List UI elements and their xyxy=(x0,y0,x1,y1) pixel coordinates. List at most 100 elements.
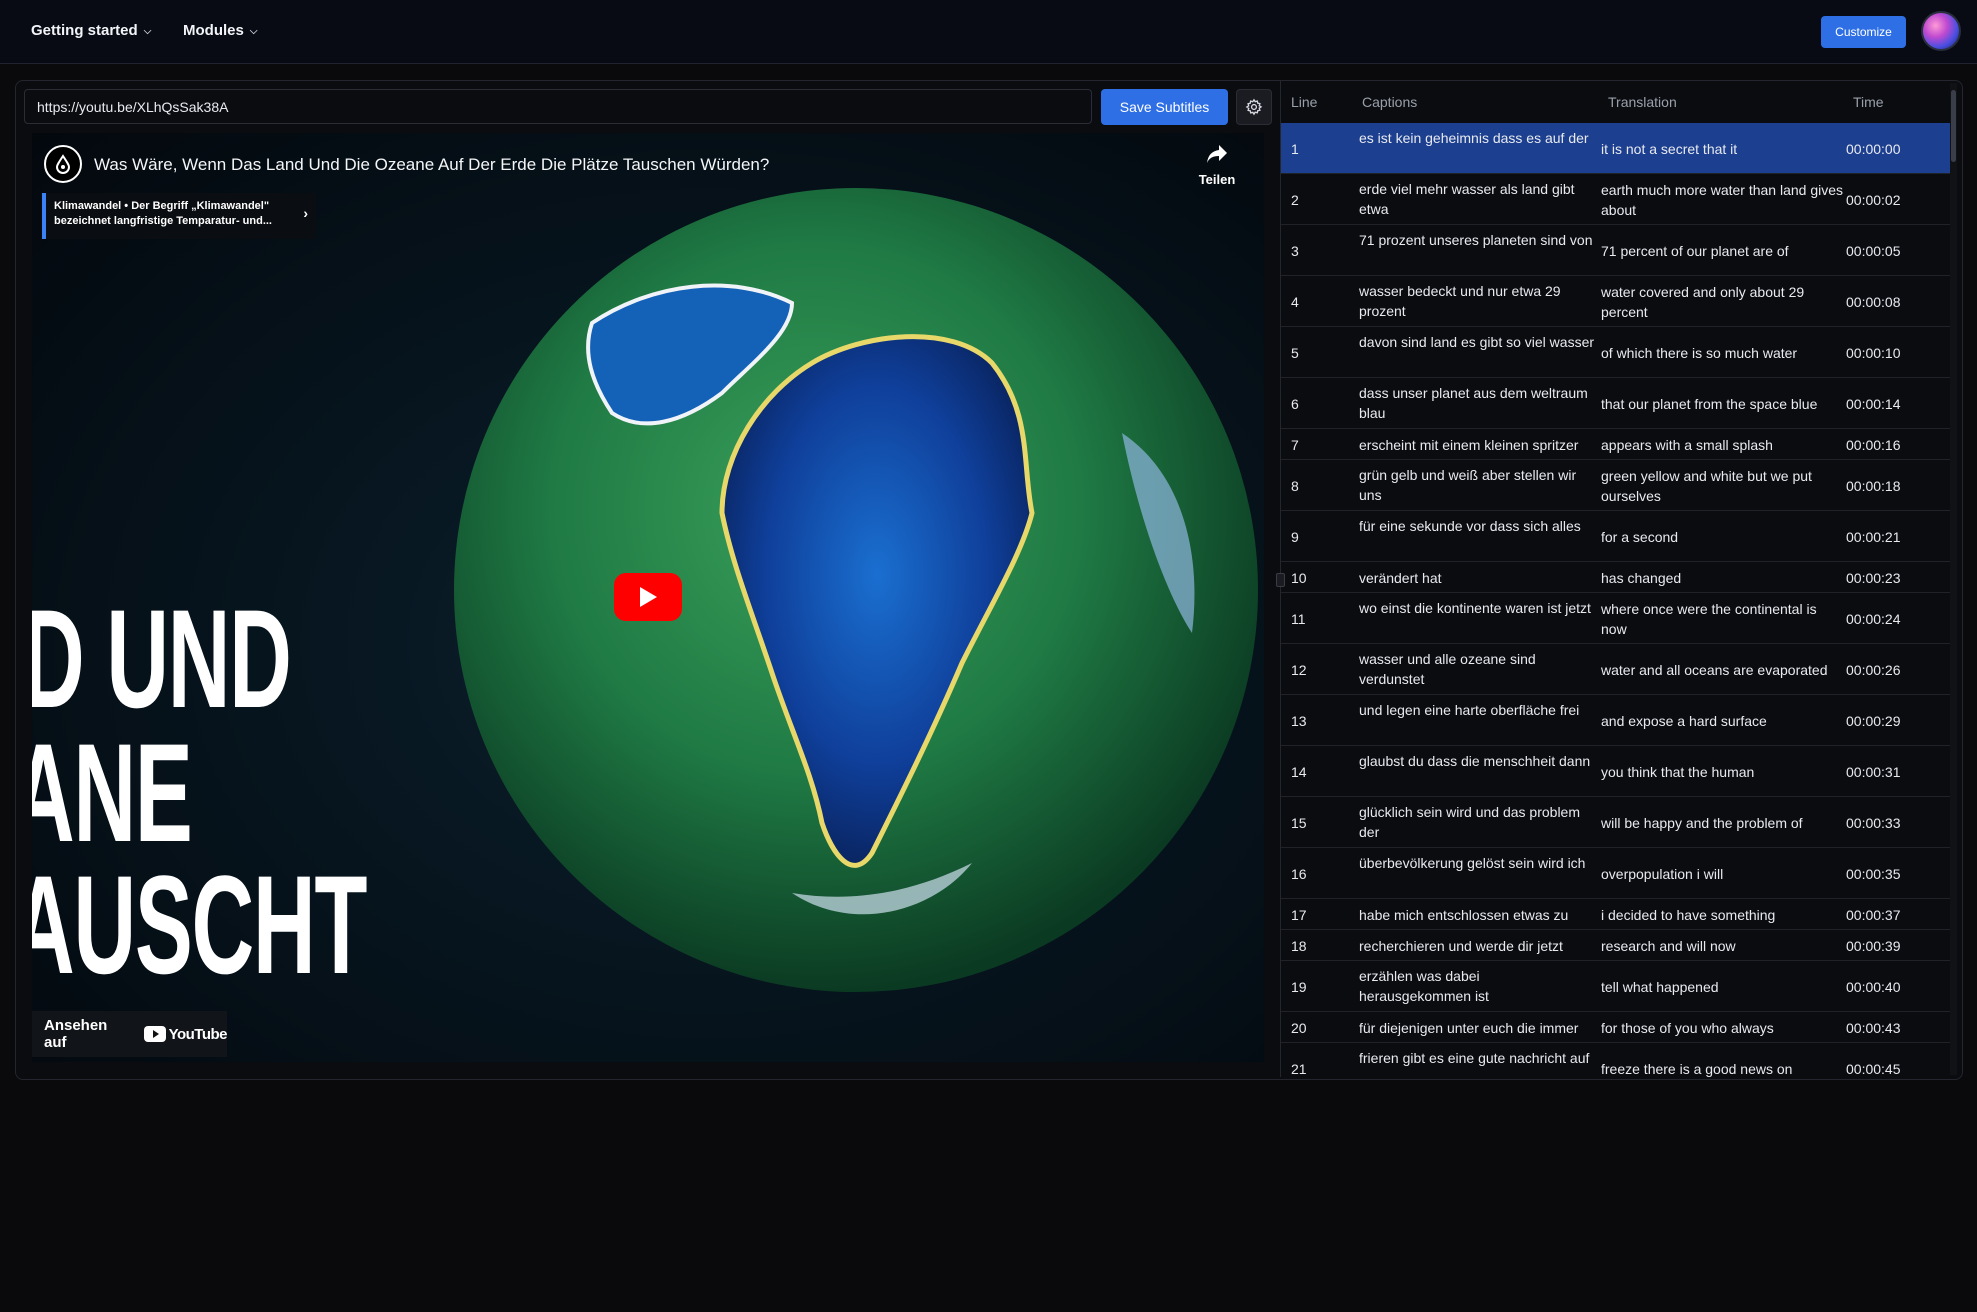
table-row[interactable]: 8 grün gelb und weiß aber stellen wir uns… xyxy=(1281,460,1950,511)
table-header: Line Captions Translation Time xyxy=(1281,81,1950,123)
row-line-number: 4 xyxy=(1291,294,1299,310)
row-time: 00:00:45 xyxy=(1846,1061,1901,1077)
table-row[interactable]: 12 wasser und alle ozeane sind verdunstet… xyxy=(1281,644,1950,695)
watch-on-youtube-link[interactable]: Ansehen auf YouTube xyxy=(32,1011,228,1057)
row-line-number: 20 xyxy=(1291,1020,1307,1036)
row-caption: erscheint mit einem kleinen spritzer xyxy=(1359,437,1579,453)
row-time: 00:00:00 xyxy=(1846,141,1901,157)
table-row[interactable]: 7 erscheint mit einem kleinen spritzer app… xyxy=(1281,429,1950,460)
video-title[interactable]: Was Wäre, Wenn Das Land Und Die Ozeane A… xyxy=(94,155,769,175)
table-scrollbar-thumb[interactable] xyxy=(1951,90,1956,162)
table-row[interactable]: 18 recherchieren und werde dir jetzt resea… xyxy=(1281,930,1950,961)
row-caption: habe mich entschlossen etwas zu xyxy=(1359,907,1569,923)
row-translation: research and will now xyxy=(1601,938,1736,954)
settings-button[interactable] xyxy=(1236,89,1272,125)
row-caption: für eine sekunde vor dass sich alles xyxy=(1359,518,1581,534)
column-header-time[interactable]: Time xyxy=(1853,94,1884,110)
row-line-number: 18 xyxy=(1291,938,1307,954)
row-time: 00:00:08 xyxy=(1846,294,1901,310)
gear-icon xyxy=(1245,98,1263,116)
customize-button[interactable]: Customize xyxy=(1821,16,1906,48)
table-row[interactable]: 16 überbevölkerung gelöst sein wird ich ov… xyxy=(1281,848,1950,899)
row-translation: where once were the continental is now xyxy=(1601,601,1817,637)
row-line-number: 10 xyxy=(1291,570,1307,586)
row-caption: und legen eine harte oberfläche frei xyxy=(1359,702,1580,718)
chevron-right-icon: › xyxy=(303,205,308,221)
row-time: 00:00:33 xyxy=(1846,815,1901,831)
row-line-number: 7 xyxy=(1291,437,1299,453)
table-row[interactable]: 5 davon sind land es gibt so viel wasser o… xyxy=(1281,327,1950,378)
row-caption: grün gelb und weiß aber stellen wir uns xyxy=(1359,467,1577,503)
share-arrow-icon xyxy=(1207,145,1227,163)
table-scrollbar[interactable] xyxy=(1950,83,1957,1075)
table-row[interactable]: 21 frieren gibt es eine gute nachricht au… xyxy=(1281,1043,1950,1077)
share-button[interactable]: Teilen xyxy=(1194,143,1240,187)
row-translation: earth much more water than land gives ab… xyxy=(1601,182,1844,218)
youtube-logo: YouTube xyxy=(143,1025,228,1043)
row-translation: water and all oceans are evaporated xyxy=(1601,662,1828,678)
column-header-captions[interactable]: Captions xyxy=(1362,94,1417,110)
column-header-line[interactable]: Line xyxy=(1291,94,1317,110)
row-caption: überbevölkerung gelöst sein wird ich xyxy=(1359,855,1586,871)
row-line-number: 14 xyxy=(1291,764,1307,780)
row-line-number: 13 xyxy=(1291,713,1307,729)
row-line-number: 9 xyxy=(1291,529,1299,545)
row-line-number: 16 xyxy=(1291,866,1307,882)
table-row[interactable]: 3 71 prozent unseres planeten sind von 71 … xyxy=(1281,225,1950,276)
channel-logo-icon[interactable] xyxy=(44,145,82,183)
row-caption: es ist kein geheimnis dass es auf der xyxy=(1359,130,1589,146)
row-time: 00:00:29 xyxy=(1846,713,1901,729)
watch-on-label: Ansehen auf xyxy=(44,1017,108,1051)
row-translation: it is not a secret that it xyxy=(1601,141,1738,157)
row-caption: wasser bedeckt und nur etwa 29 prozent xyxy=(1359,283,1561,319)
nav-getting-started[interactable]: Getting started ⌵ xyxy=(31,22,151,39)
row-translation: green yellow and white but we put oursel… xyxy=(1601,468,1812,504)
table-row[interactable]: 20 für diejenigen unter euch die immer for… xyxy=(1281,1012,1950,1043)
row-translation: tell what happened xyxy=(1601,979,1719,995)
row-caption: für diejenigen unter euch die immer xyxy=(1359,1020,1579,1036)
table-row[interactable]: 15 glücklich sein wird und das problem de… xyxy=(1281,797,1950,848)
table-row[interactable]: 14 glaubst du dass die menschheit dann you… xyxy=(1281,746,1950,797)
top-navigation-bar: Getting started ⌵ Modules ⌵ Customize xyxy=(0,0,1977,64)
row-time: 00:00:26 xyxy=(1846,662,1901,678)
table-row[interactable]: 4 wasser bedeckt und nur etwa 29 prozent w… xyxy=(1281,276,1950,327)
share-label: Teilen xyxy=(1198,172,1236,187)
save-subtitles-button[interactable]: Save Subtitles xyxy=(1101,89,1228,125)
table-row[interactable]: 13 und legen eine harte oberfläche frei an… xyxy=(1281,695,1950,746)
youtube-play-icon xyxy=(143,1026,166,1042)
table-row[interactable]: 1 es ist kein geheimnis dass es auf der it… xyxy=(1281,123,1950,174)
table-row[interactable]: 17 habe mich entschlossen etwas zu i decid… xyxy=(1281,899,1950,930)
row-line-number: 3 xyxy=(1291,243,1299,259)
row-caption: erzählen was dabei herausgekommen ist xyxy=(1359,968,1489,1004)
row-caption: wo einst die kontinente waren ist jetzt xyxy=(1359,600,1591,616)
row-translation: freeze there is a good news on xyxy=(1601,1061,1793,1077)
row-line-number: 1 xyxy=(1291,141,1299,157)
video-url-input[interactable] xyxy=(24,89,1092,124)
table-row[interactable]: 11 wo einst die kontinente waren ist jetz… xyxy=(1281,593,1950,644)
nav-modules[interactable]: Modules ⌵ xyxy=(183,22,257,39)
row-translation: 71 percent of our planet are of xyxy=(1601,243,1789,259)
table-row[interactable]: 19 erzählen was dabei herausgekommen ist t… xyxy=(1281,961,1950,1012)
row-time: 00:00:43 xyxy=(1846,1020,1901,1036)
table-row[interactable]: 10 verändert hat has changed 00:00:23 xyxy=(1281,562,1950,593)
row-time: 00:00:31 xyxy=(1846,764,1901,780)
row-caption: verändert hat xyxy=(1359,570,1442,586)
row-translation: and expose a hard surface xyxy=(1601,713,1767,729)
avatar[interactable] xyxy=(1921,11,1961,51)
info-card[interactable]: Klimawandel • Der Begriff „Klimawandel" … xyxy=(42,193,316,239)
column-header-translation[interactable]: Translation xyxy=(1608,94,1677,110)
nav-getting-started-label: Getting started xyxy=(31,22,138,39)
play-button[interactable] xyxy=(614,573,682,621)
row-line-number: 8 xyxy=(1291,478,1299,494)
row-time: 00:00:24 xyxy=(1846,611,1901,627)
video-player[interactable]: Was Wäre, Wenn Das Land Und Die Ozeane A… xyxy=(32,133,1264,1062)
row-line-number: 2 xyxy=(1291,192,1299,208)
table-row[interactable]: 2 erde viel mehr wasser als land gibt etw… xyxy=(1281,174,1950,225)
row-caption: wasser und alle ozeane sind verdunstet xyxy=(1359,651,1536,687)
row-time: 00:00:35 xyxy=(1846,866,1901,882)
info-card-text: Klimawandel • Der Begriff „Klimawandel" … xyxy=(54,200,272,227)
table-row[interactable]: 9 für eine sekunde vor dass sich alles for… xyxy=(1281,511,1950,562)
table-row[interactable]: 6 dass unser planet aus dem weltraum blau… xyxy=(1281,378,1950,429)
youtube-wordmark: YouTube xyxy=(168,1025,228,1043)
row-translation: appears with a small splash xyxy=(1601,437,1773,453)
